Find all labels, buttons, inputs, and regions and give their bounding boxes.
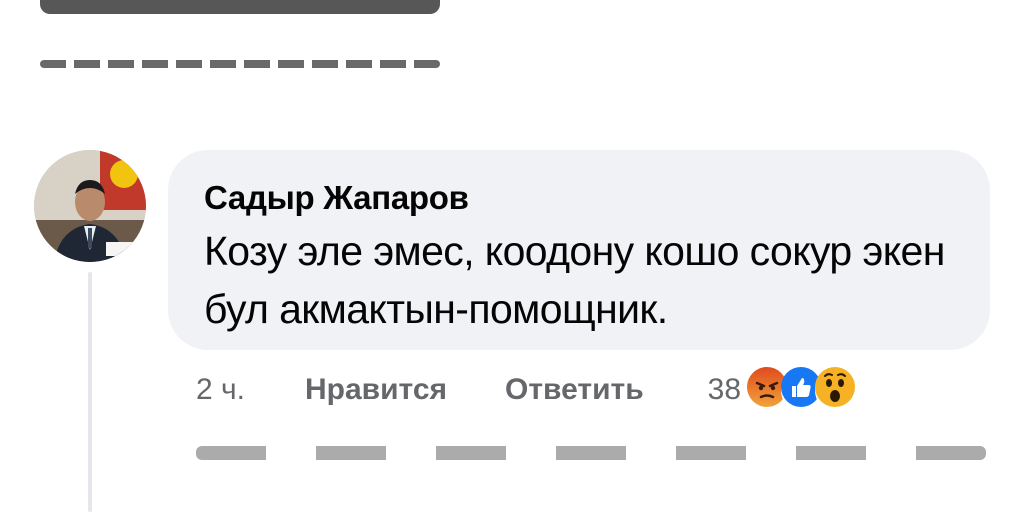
avatar-photo <box>34 150 146 262</box>
reaction-count[interactable]: 38 <box>708 373 741 407</box>
wow-reaction-icon <box>815 367 862 413</box>
reply-thread-line <box>88 272 92 512</box>
comment-author[interactable]: Садыр Жапаров <box>204 178 954 218</box>
reply-button[interactable]: Ответить <box>505 373 644 407</box>
cropped-text-remnant <box>40 0 440 14</box>
comment-bubble: Садыр Жапаров Козу эле эмес, коодону кош… <box>168 150 990 350</box>
like-button[interactable]: Нравится <box>305 373 447 407</box>
avatar[interactable] <box>34 150 146 262</box>
comment-timestamp[interactable]: 2 ч. <box>196 373 245 407</box>
cropped-text-remnant <box>40 60 440 68</box>
cropped-actions-remnant <box>196 446 986 460</box>
reactions-summary[interactable] <box>747 367 862 413</box>
comment-text: Козу эле эмес, коодону кошо сокур экен б… <box>204 228 945 332</box>
comment-actions: 2 ч. Нравится Ответить 38 <box>196 367 862 413</box>
